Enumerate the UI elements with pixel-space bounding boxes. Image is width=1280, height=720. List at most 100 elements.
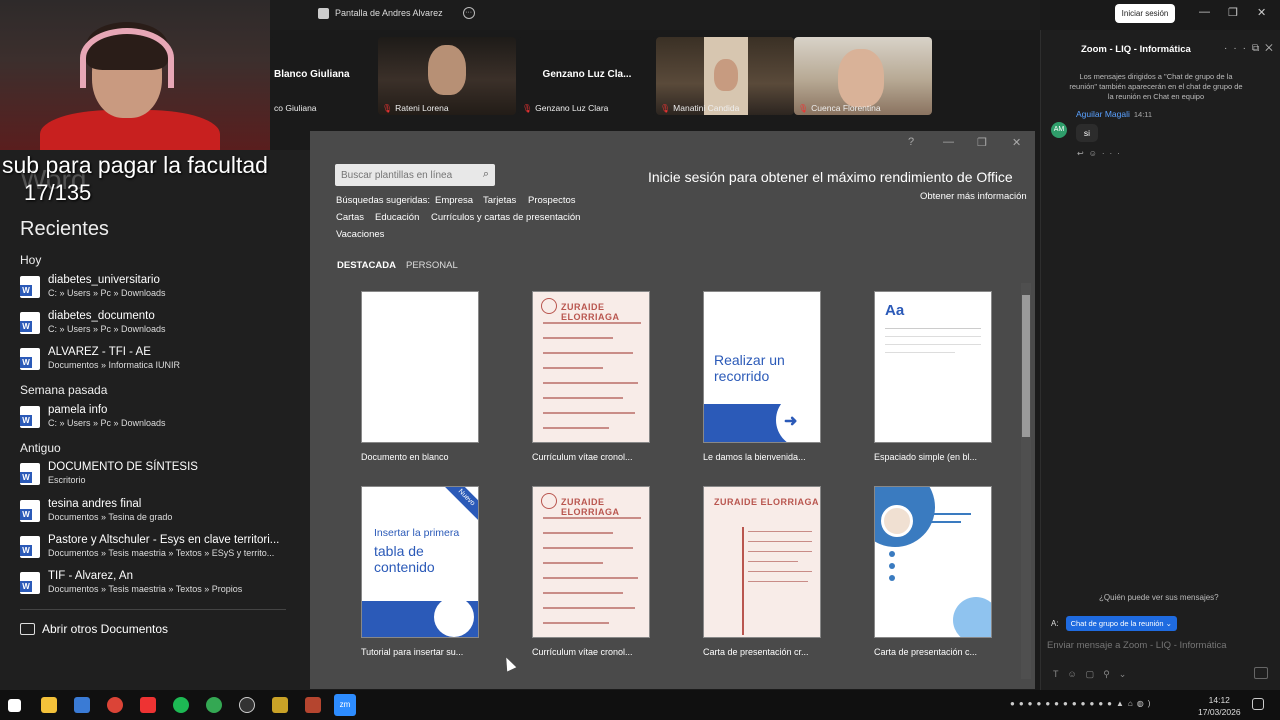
template-search-input[interactable] bbox=[335, 164, 470, 186]
taskbar-clock[interactable]: 14:12 17/03/2026 bbox=[1198, 694, 1241, 718]
word-template-dialog: ? — ❐ ✕ ⌕ Búsquedas sugeridas: Empresa T… bbox=[310, 131, 1035, 689]
close-icon[interactable]: ✕ bbox=[1257, 6, 1266, 19]
template-resume[interactable]: ZURAIDE ELORRIAGA Currículum vítae crono… bbox=[532, 486, 652, 657]
word-doc-icon bbox=[20, 500, 40, 522]
chat-header-icons[interactable]: ···⧉✕ bbox=[1224, 43, 1279, 54]
doc-title: diabetes_universitario bbox=[48, 274, 160, 286]
dialog-close-icon[interactable]: ✕ bbox=[1012, 136, 1021, 149]
group-older: Antiguo bbox=[20, 441, 61, 455]
who-can-see-link[interactable]: ¿Quién puede ver sus mensajes? bbox=[1099, 593, 1219, 602]
doc-title: TIF - Alvarez, An bbox=[48, 570, 133, 582]
scrollbar-thumb[interactable] bbox=[1022, 295, 1030, 437]
participant-tile[interactable]: 🎙 Manatini Candida bbox=[656, 37, 794, 115]
recent-doc[interactable]: diabetes_universitario C: » Users » Pc » … bbox=[20, 274, 166, 298]
doc-path: Documentos » Tesina de grado bbox=[48, 512, 173, 522]
clock-date: 17/03/2026 bbox=[1198, 707, 1241, 717]
message-sender: Aguilar Magali 14:11 bbox=[1076, 109, 1153, 119]
recipient-dropdown[interactable]: Chat de grupo de la reunión ⌄ bbox=[1065, 616, 1177, 631]
store-icon[interactable] bbox=[74, 697, 90, 713]
recent-doc[interactable]: Pastore y Altschuler - Esys en clave ter… bbox=[20, 534, 279, 558]
chat-toolbar[interactable]: T☺▢⚲⌄ bbox=[1053, 669, 1135, 680]
chat-message-input[interactable] bbox=[1047, 635, 1272, 655]
template-cover-letter[interactable]: Carta de presentación c... bbox=[874, 486, 994, 657]
open-other-documents-button[interactable]: Abrir otros Documentos bbox=[20, 622, 168, 636]
search-icon[interactable]: ⌕ bbox=[483, 168, 489, 181]
participant-video bbox=[838, 49, 884, 107]
participant-tile[interactable]: 🎙 Rateni Lorena bbox=[378, 37, 516, 115]
template-resume[interactable]: ZURAIDE ELORRIAGA Currículum vítae crono… bbox=[532, 291, 652, 462]
group-today: Hoy bbox=[20, 253, 42, 267]
recent-doc[interactable]: ALVAREZ - TFI - AE Documentos » Informati… bbox=[20, 346, 180, 370]
dialog-restore-icon[interactable]: ❐ bbox=[977, 136, 987, 149]
muted-mic-icon: 🎙 bbox=[382, 103, 393, 113]
template-blank[interactable]: Documento en blanco bbox=[361, 291, 481, 462]
doc-path: C: » Users » Pc » Downloads bbox=[48, 288, 166, 298]
notifications-icon[interactable] bbox=[1252, 698, 1264, 710]
app-icon[interactable] bbox=[140, 697, 156, 713]
chat-message[interactable]: si bbox=[1076, 124, 1098, 142]
template-caption: Le damos la bienvenida... bbox=[703, 452, 806, 462]
template-search[interactable]: ⌕ bbox=[335, 164, 495, 186]
chrome-icon[interactable] bbox=[107, 697, 123, 713]
template-thumbnail: Realizar un recorrido ➜ bbox=[703, 291, 821, 443]
template-caption: Carta de presentación cr... bbox=[703, 647, 809, 657]
resume-photo-icon bbox=[541, 298, 557, 314]
avatar: AM bbox=[1051, 122, 1067, 138]
suggestion-link[interactable]: Educación bbox=[375, 212, 419, 223]
template-caption: Carta de presentación c... bbox=[874, 647, 978, 657]
recent-doc[interactable]: tesina andres final Documentos » Tesina d… bbox=[20, 498, 172, 522]
tab-featured[interactable]: DESTACADA bbox=[337, 260, 396, 271]
more-options-icon[interactable]: ··· bbox=[462, 7, 475, 19]
zoom-signin-button[interactable]: Iniciar sesión bbox=[1115, 4, 1175, 23]
vertical-scrollbar[interactable] bbox=[1021, 283, 1031, 679]
chat-notice: Los mensajes dirigidos a "Chat de grupo … bbox=[1069, 72, 1243, 101]
suggestion-link[interactable]: Tarjetas bbox=[483, 195, 516, 206]
suggestion-link[interactable]: Currículos y cartas de presentación bbox=[431, 212, 580, 223]
obs-icon[interactable] bbox=[239, 697, 255, 713]
template-single-spaced[interactable]: Aa Espaciado simple (en bl... bbox=[874, 291, 994, 462]
dialog-minimize-icon[interactable]: — bbox=[943, 136, 954, 148]
zoom-chat-panel: Zoom - LIQ - Informática ···⧉✕ Los mensa… bbox=[1040, 30, 1280, 690]
chrome-icon[interactable] bbox=[206, 697, 222, 713]
suggestion-link[interactable]: Vacaciones bbox=[336, 229, 384, 240]
recent-doc[interactable]: TIF - Alvarez, An Documentos » Tesis maes… bbox=[20, 570, 242, 594]
template-thumbnail: Nuevo Insertar la primera tabla de conte… bbox=[361, 486, 479, 638]
participant-tile[interactable]: 🎙 Cuenca Florentina bbox=[794, 37, 932, 115]
windows-start-icon[interactable] bbox=[8, 699, 21, 712]
more-info-link[interactable]: Obtener más información bbox=[920, 191, 1027, 202]
app-icon[interactable] bbox=[272, 697, 288, 713]
spotify-icon[interactable] bbox=[173, 697, 189, 713]
doc-path: Escritorio bbox=[48, 475, 86, 485]
recent-doc[interactable]: pamela info C: » Users » Pc » Downloads bbox=[20, 404, 166, 428]
resume-photo-icon bbox=[541, 493, 557, 509]
minimize-icon[interactable]: — bbox=[1199, 6, 1210, 18]
headset bbox=[80, 28, 174, 88]
template-cover-letter[interactable]: ZURAIDE ELORRIAGA Carta de presentación … bbox=[703, 486, 823, 657]
word-doc-icon bbox=[20, 572, 40, 594]
participant-label: 🎙 Cuenca Florentina bbox=[798, 103, 881, 113]
tab-personal[interactable]: PERSONAL bbox=[406, 260, 458, 271]
reaction-icons[interactable]: ↩☺··· bbox=[1077, 149, 1125, 158]
suggestion-link[interactable]: Prospectos bbox=[528, 195, 576, 206]
zoom-taskbar-icon[interactable]: zm bbox=[334, 694, 356, 716]
participant-big-name: Genzano Luz Cla... bbox=[542, 69, 632, 80]
app-icon[interactable] bbox=[305, 697, 321, 713]
chat-title: Zoom - LIQ - Informática bbox=[1081, 44, 1191, 55]
send-icon[interactable] bbox=[1254, 667, 1268, 679]
maximize-icon[interactable]: ❐ bbox=[1228, 6, 1238, 19]
template-welcome[interactable]: Realizar un recorrido ➜ Le damos la bien… bbox=[703, 291, 823, 462]
template-toc-tutorial[interactable]: Nuevo Insertar la primera tabla de conte… bbox=[361, 486, 481, 657]
suggestion-link[interactable]: Empresa bbox=[435, 195, 473, 206]
folder-icon bbox=[20, 623, 35, 635]
participant-tile[interactable]: Genzano Luz Cla... 🎙 Genzano Luz Clara bbox=[518, 37, 656, 115]
file-explorer-icon[interactable] bbox=[41, 697, 57, 713]
word-doc-icon bbox=[20, 536, 40, 558]
help-icon[interactable]: ? bbox=[908, 136, 914, 148]
recent-doc[interactable]: diabetes_documento C: » Users » Pc » Down… bbox=[20, 310, 166, 334]
zoom-share-tab[interactable]: Pantalla de Andres Alvarez ··· bbox=[318, 7, 475, 19]
arrow-right-icon: ➜ bbox=[784, 413, 798, 430]
template-thumbnail: ZURAIDE ELORRIAGA bbox=[703, 486, 821, 638]
recent-doc[interactable]: DOCUMENTO DE SÍNTESIS Escritorio bbox=[20, 461, 198, 485]
system-tray-icons[interactable]: ●●●●●●●●●●●●▲⌂◍) bbox=[1010, 699, 1154, 708]
suggestion-link[interactable]: Cartas bbox=[336, 212, 364, 223]
